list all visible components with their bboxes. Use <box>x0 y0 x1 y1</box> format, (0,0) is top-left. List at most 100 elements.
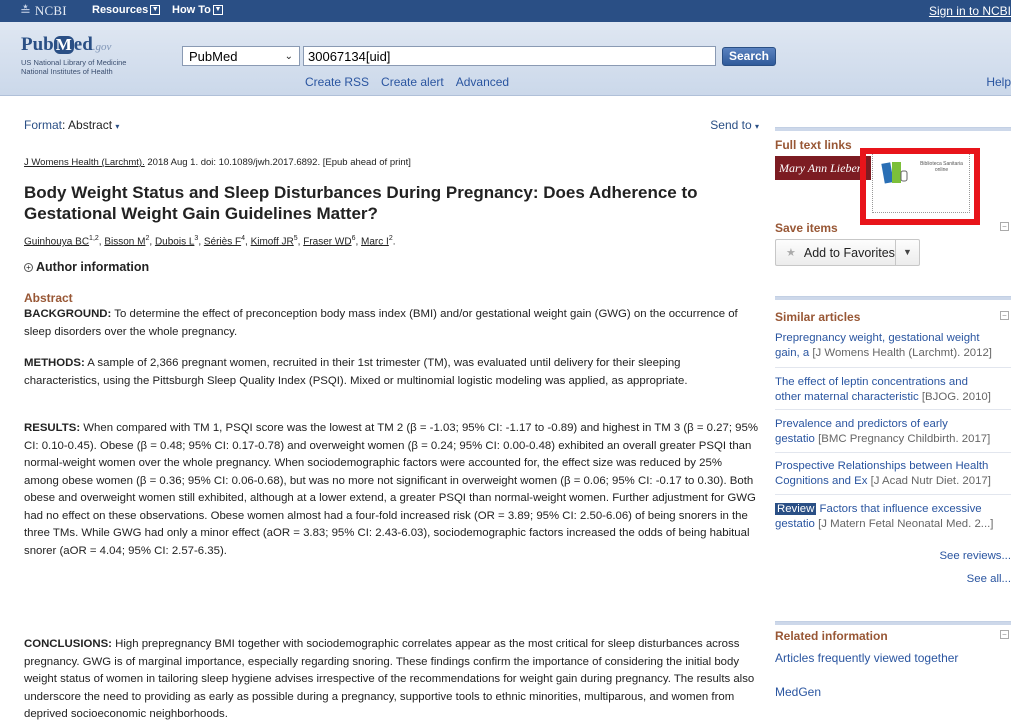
author-affiliation: 2 <box>388 235 393 242</box>
similar-article-source: [BMC Pregnancy Childbirth. 2017] <box>818 432 991 445</box>
chevron-down-icon: ⌄ <box>284 50 293 62</box>
author-link[interactable]: Marc I <box>361 236 389 247</box>
section-text: High prepregnancy BMI together with soci… <box>24 638 755 720</box>
similar-article-title-cont: gain, a <box>775 346 810 359</box>
star-icon: ★ <box>786 247 796 259</box>
search-button[interactable]: Search <box>722 47 776 66</box>
similar-article-source: [BJOG. 2010] <box>921 390 991 403</box>
related-item-medgen[interactable]: MedGen <box>775 685 821 699</box>
create-rss-link[interactable]: Create RSS <box>305 75 369 89</box>
related-information-heading: Related information <box>775 629 888 643</box>
similar-article-title: Prospective Relationships between Health <box>775 460 989 472</box>
list-divider <box>775 367 1011 368</box>
logo-subtitle-2: National Institutes of Health <box>21 67 113 76</box>
chevron-down-icon: ▾ <box>754 122 759 131</box>
similar-article-source: [J Womens Health (Larchmt). 2012] <box>812 346 992 359</box>
format-label: Format <box>24 118 63 132</box>
collapse-icon[interactable]: – <box>1000 311 1009 320</box>
similar-article-item[interactable]: Prevalence and predictors of early gesta… <box>775 417 1011 446</box>
resources-label: Resources <box>92 4 149 16</box>
author-link[interactable]: Guinhouya BC <box>24 236 89 247</box>
author-affiliation: 5 <box>293 235 298 242</box>
howto-label: How To <box>172 4 211 16</box>
list-divider <box>775 452 1011 453</box>
pubmed-logo[interactable]: Pub Med.gov US National Library of Medici… <box>21 34 126 76</box>
similar-article-title-cont: Cognitions and Ex <box>775 474 868 487</box>
sign-in-link[interactable]: Sign in to NCBI <box>929 4 1011 18</box>
author-link[interactable]: Bisson M <box>104 236 145 247</box>
abstract-methods: METHODS: A sample of 2,366 pregnant wome… <box>24 355 759 390</box>
section-label: METHODS: <box>24 357 85 369</box>
collapse-icon[interactable]: – <box>1000 222 1009 231</box>
see-all-link[interactable]: See all... <box>967 573 1011 585</box>
author-affiliation: 4 <box>241 235 246 242</box>
logo-pub: Pub <box>21 34 54 55</box>
help-link[interactable]: Help <box>986 75 1011 89</box>
section-text: A sample of 2,366 pregnant women, recrui… <box>24 357 688 387</box>
format-selector[interactable]: Format: Abstract ▾ <box>24 118 119 132</box>
similar-article-item[interactable]: Prospective Relationships between Health… <box>775 459 1011 488</box>
similar-article-title-cont: gestatio <box>775 517 815 530</box>
similar-article-title: Prepregnancy weight, gestational weight <box>775 332 980 344</box>
similar-article-source: [J Acad Nutr Diet. 2017] <box>870 474 991 487</box>
ncbi-top-bar: ≛ NCBI Resources ▼ How To ▼ Sign in to N… <box>0 0 1011 22</box>
similar-article-item[interactable]: Review Factors that influence excessive … <box>775 502 1011 531</box>
author-affiliation: 3 <box>194 235 199 242</box>
similar-article-title: Factors that influence excessive <box>819 503 982 515</box>
related-item-articles-frequently-viewed[interactable]: Articles frequently viewed together <box>775 651 958 665</box>
search-sublinks: Create RSS Create alert Advanced <box>305 75 509 89</box>
similar-articles-heading: Similar articles <box>775 310 861 324</box>
journal-link[interactable]: J Womens Health (Larchmt). <box>24 157 145 168</box>
article-title: Body Weight Status and Sleep Disturbance… <box>24 183 698 223</box>
ncbi-logo[interactable]: ≛ NCBI <box>20 3 67 19</box>
similar-article-source: [J Matern Fetal Neonatal Med. 2...] <box>818 517 994 530</box>
howto-menu[interactable]: How To ▼ <box>172 4 223 16</box>
format-value: : Abstract <box>62 118 113 132</box>
author-information-toggle[interactable]: + Author information <box>24 260 149 274</box>
ncbi-swirl-icon: ≛ <box>20 3 31 18</box>
see-reviews-link[interactable]: See reviews... <box>939 550 1011 562</box>
send-to-label: Send to <box>710 118 752 132</box>
author-link[interactable]: Sériès F <box>204 236 241 247</box>
pubmed-header: Pub Med.gov US National Library of Medici… <box>0 22 1011 96</box>
author-link[interactable]: Kimoff JR <box>251 236 294 247</box>
author-link[interactable]: Dubois L <box>155 236 194 247</box>
database-select-value: PubMed <box>189 48 238 64</box>
send-to-menu[interactable]: Send to ▾ <box>710 118 759 132</box>
review-badge: Review <box>775 503 817 515</box>
highlight-annotation-box <box>860 148 980 225</box>
chevron-down-icon[interactable]: ▼ <box>895 240 919 265</box>
author-link[interactable]: Fraser WD <box>303 236 351 247</box>
advanced-search-link[interactable]: Advanced <box>456 75 509 89</box>
abstract-heading: Abstract <box>24 291 73 305</box>
chevron-down-icon: ▼ <box>150 5 161 15</box>
similar-article-title: The effect of leptin concentrations and <box>775 376 968 388</box>
similar-article-item[interactable]: Prepregnancy weight, gestational weight … <box>775 331 1011 360</box>
search-input[interactable] <box>303 46 716 66</box>
add-to-favorites-label: Add to Favorites <box>803 245 895 260</box>
ncbi-logo-text: NCBI <box>34 3 67 18</box>
create-alert-link[interactable]: Create alert <box>381 75 444 89</box>
chevron-down-icon: ▼ <box>212 5 223 15</box>
section-divider <box>775 296 1011 300</box>
resources-menu[interactable]: Resources ▼ <box>92 4 161 16</box>
section-divider <box>775 621 1011 625</box>
chevron-down-icon: ▾ <box>115 122 120 131</box>
section-text: To determine the effect of preconception… <box>24 308 738 338</box>
section-label: RESULTS: <box>24 422 81 434</box>
similar-article-title-cont: gestatio <box>775 432 815 445</box>
list-divider <box>775 494 1011 495</box>
expand-plus-icon: + <box>24 263 33 272</box>
logo-gov: .gov <box>92 41 112 53</box>
similar-article-item[interactable]: The effect of leptin concentrations and … <box>775 375 1011 404</box>
full-text-links-heading: Full text links <box>775 138 852 152</box>
citation: J Womens Health (Larchmt). 2018 Aug 1. d… <box>24 157 411 168</box>
similar-article-title-cont: other maternal characteristic <box>775 390 919 403</box>
database-select[interactable]: PubMed ⌄ <box>182 46 300 66</box>
publisher-logo-link[interactable]: Mary Ann Liebert <box>775 156 871 180</box>
abstract-background: BACKGROUND: To determine the effect of p… <box>24 306 759 341</box>
collapse-icon[interactable]: – <box>1000 630 1009 639</box>
list-divider <box>775 409 1011 410</box>
section-label: CONCLUSIONS: <box>24 638 112 650</box>
add-to-favorites-button[interactable]: ★ Add to Favorites ▼ <box>775 239 920 266</box>
